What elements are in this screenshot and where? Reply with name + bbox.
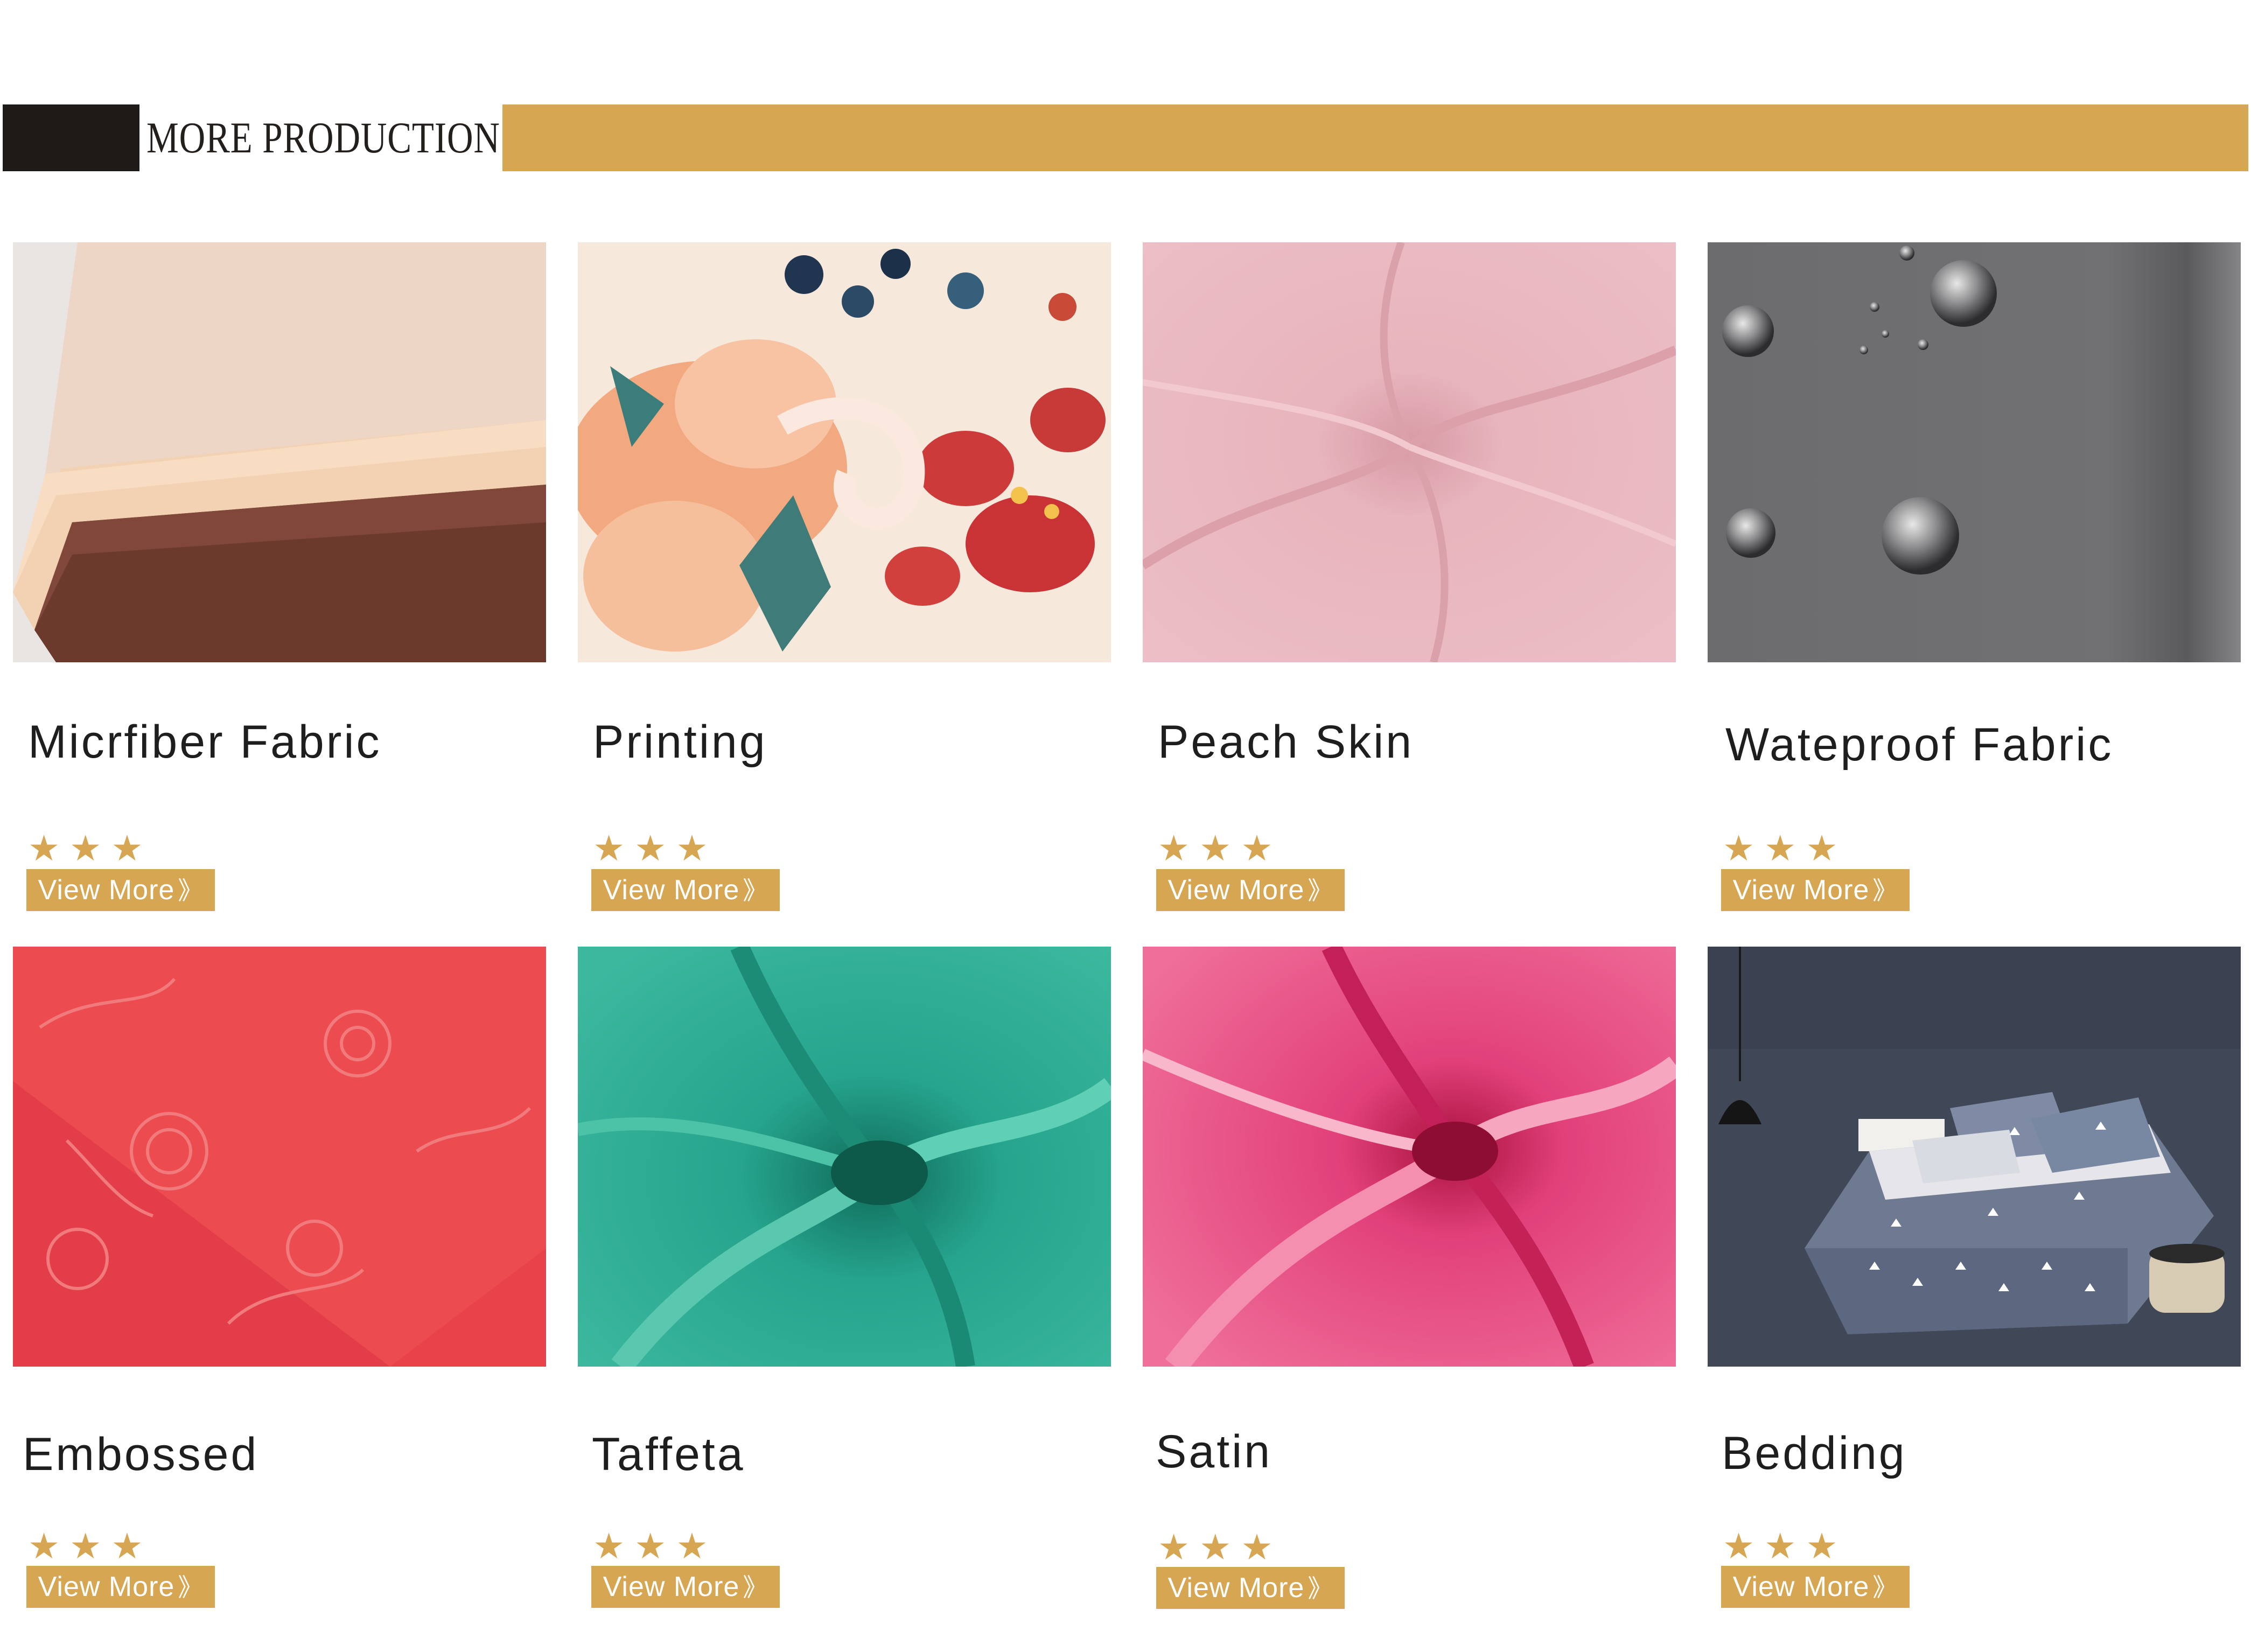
peach-skin-fabric-image[interactable] bbox=[1143, 242, 1676, 662]
waterproof-fabric-image[interactable] bbox=[1708, 242, 2241, 662]
rating-stars-icon: ★★★ bbox=[28, 1526, 153, 1566]
rating-stars-icon: ★★★ bbox=[593, 828, 718, 868]
product-name: Bedding bbox=[1722, 1427, 1907, 1479]
chevron-right-icon: 》 bbox=[1308, 877, 1333, 905]
chevron-right-icon: 》 bbox=[178, 877, 204, 905]
chevron-right-icon: 》 bbox=[1872, 1573, 1898, 1601]
micrfiber-fabric-image[interactable] bbox=[13, 242, 546, 662]
product-name: Printing bbox=[593, 716, 767, 768]
rating-stars-icon: ★★★ bbox=[1723, 1526, 1848, 1566]
view-more-button[interactable]: View More 》 bbox=[1156, 869, 1345, 911]
printing-fabric-image[interactable] bbox=[578, 242, 1111, 662]
rating-stars-icon: ★★★ bbox=[1158, 828, 1283, 868]
satin-fabric-image[interactable] bbox=[1143, 947, 1676, 1367]
bedding-image[interactable] bbox=[1708, 947, 2241, 1367]
product-card-wateproof: Wateproof Fabric ★★★ View More 》 bbox=[1708, 242, 2241, 948]
taffeta-fabric-image[interactable] bbox=[578, 947, 1111, 1367]
product-card-embossed: Embossed ★★★ View More 》 bbox=[13, 947, 546, 1652]
chevron-right-icon: 》 bbox=[1872, 877, 1898, 905]
chevron-right-icon: 》 bbox=[178, 1573, 204, 1601]
rating-stars-icon: ★★★ bbox=[28, 828, 153, 868]
product-name: Peach Skin bbox=[1158, 716, 1414, 768]
product-card-peach-skin: Peach Skin ★★★ View More 》 bbox=[1143, 242, 1676, 948]
product-card-satin: Satin ★★★ View More 》 bbox=[1143, 947, 1676, 1652]
chevron-right-icon: 》 bbox=[1308, 1574, 1333, 1602]
product-card-bedding: Bedding ★★★ View More 》 bbox=[1708, 947, 2241, 1652]
rating-stars-icon: ★★★ bbox=[1158, 1527, 1283, 1567]
chevron-right-icon: 》 bbox=[743, 877, 768, 905]
product-name: Wateproof Fabric bbox=[1725, 719, 2114, 771]
rating-stars-icon: ★★★ bbox=[1723, 828, 1848, 868]
view-more-button[interactable]: View More 》 bbox=[1156, 1567, 1345, 1609]
embossed-fabric-image[interactable] bbox=[13, 947, 546, 1367]
product-card-printing: Printing ★★★ View More 》 bbox=[578, 242, 1111, 948]
view-more-button[interactable]: View More 》 bbox=[26, 869, 215, 911]
view-more-button[interactable]: View More 》 bbox=[1721, 869, 1910, 911]
rating-stars-icon: ★★★ bbox=[593, 1526, 718, 1566]
product-name: Embossed bbox=[23, 1429, 259, 1480]
header-gold-bar bbox=[502, 104, 2248, 171]
chevron-right-icon: 》 bbox=[743, 1573, 768, 1601]
view-more-button[interactable]: View More 》 bbox=[591, 869, 780, 911]
product-name: Satin bbox=[1156, 1426, 1273, 1478]
product-name: Taffeta bbox=[592, 1429, 745, 1480]
view-more-button[interactable]: View More 》 bbox=[1721, 1566, 1910, 1608]
product-card-taffeta: Taffeta ★★★ View More 》 bbox=[578, 947, 1111, 1652]
view-more-button[interactable]: View More 》 bbox=[26, 1566, 215, 1608]
product-name: Micrfiber Fabric bbox=[28, 716, 382, 768]
view-more-button[interactable]: View More 》 bbox=[591, 1566, 780, 1608]
header-dark-block bbox=[3, 104, 139, 171]
section-title: MORE PRODUCTION bbox=[146, 113, 500, 162]
product-card-micrfiber: Micrfiber Fabric ★★★ View More 》 bbox=[13, 242, 546, 948]
